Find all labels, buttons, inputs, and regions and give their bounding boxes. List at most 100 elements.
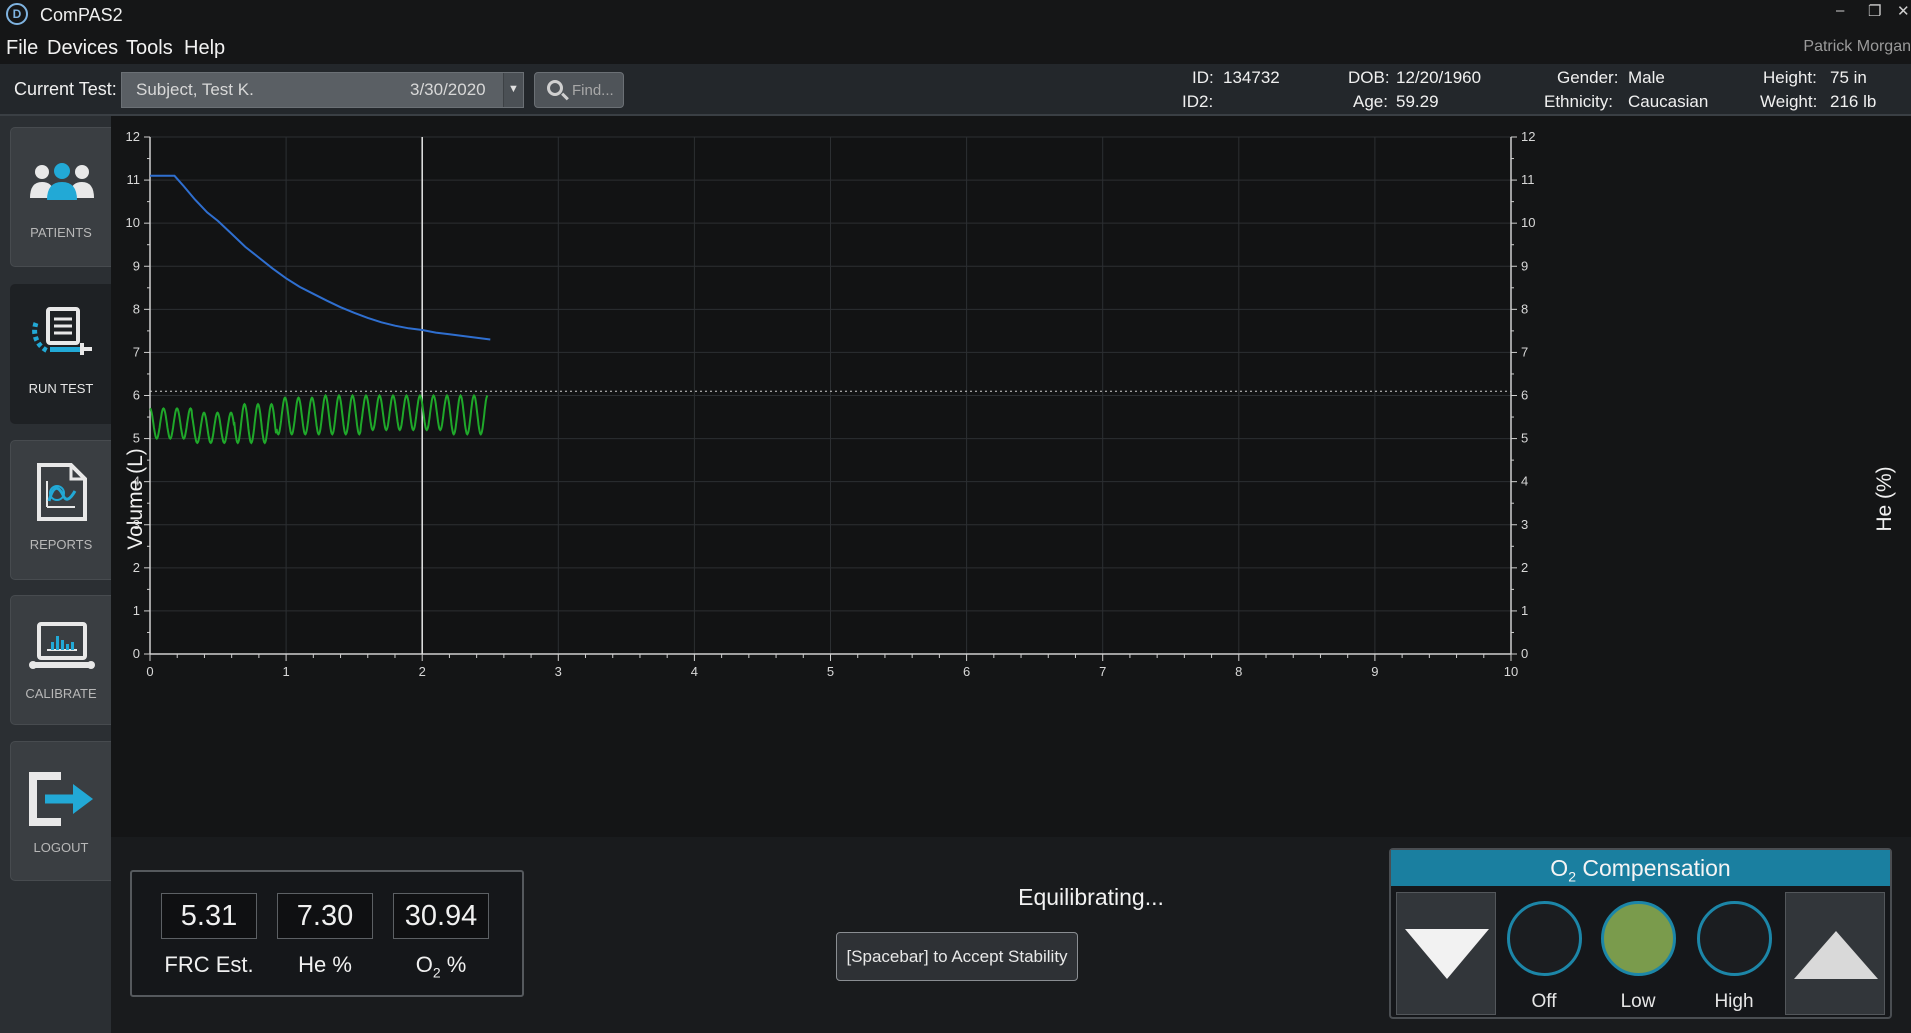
sidebar-item-patients[interactable]: PATIENTS	[10, 127, 111, 267]
y2-tick-label: 7	[1521, 344, 1528, 359]
y2-tick-label: 3	[1521, 517, 1528, 532]
o2-option-low[interactable]	[1601, 901, 1676, 976]
sidebar-item-label: RUN TEST	[28, 381, 94, 396]
decrease-o2-button[interactable]	[1396, 892, 1496, 1015]
o2-compensation-panel: O2 Compensation Off Low High	[1389, 848, 1892, 1019]
x-tick-label: 9	[1371, 664, 1378, 679]
x-tick-label: 4	[691, 664, 698, 679]
y-tick-label: 11	[127, 172, 141, 187]
o2-percent-label: O2 %	[415, 952, 467, 981]
y2-tick-label: 10	[1521, 215, 1535, 230]
y-tick-label: 12	[126, 129, 140, 144]
x-tick-label: 10	[1504, 664, 1518, 679]
volume-he-chart[interactable]: 0 1 2 3 4 5 6 7 8 9 100123456789101112012345678910…	[111, 116, 1911, 837]
y-tick-label: 7	[133, 344, 140, 359]
sidebar-item-reports[interactable]: REPORTS	[10, 440, 111, 580]
menu-file[interactable]: File	[6, 37, 38, 60]
sidebar-item-logout[interactable]: LOGOUT	[10, 741, 111, 881]
y-tick-label: 5	[133, 431, 140, 446]
x-tick-label: 3	[555, 664, 562, 679]
test-date: 3/30/2020	[410, 80, 486, 99]
maximize-button[interactable]: ❐	[1868, 2, 1881, 20]
dob-label: DOB:	[1348, 68, 1390, 87]
title-bar: D ComPAS2 – ❐ ✕	[0, 0, 1911, 30]
find-label: Find...	[572, 82, 614, 99]
current-test-select[interactable]: Subject, Test K. 3/30/2020 ▼	[121, 72, 524, 108]
sidebar-item-label: PATIENTS	[30, 225, 92, 240]
y-tick-label: 1	[133, 603, 140, 618]
y2-tick-label: 8	[1521, 301, 1528, 316]
logout-icon	[29, 772, 93, 826]
weight-label: Weight:	[1760, 92, 1818, 111]
x-tick-label: 6	[963, 664, 970, 679]
gender-label: Gender:	[1557, 68, 1619, 87]
age-label: Age:	[1353, 92, 1388, 111]
o2-option-high-label: High	[1714, 991, 1754, 1012]
y2-tick-label: 0	[1521, 646, 1528, 661]
o2-compensation-title: O2 Compensation	[1391, 850, 1890, 886]
id2-label: ID2:	[1182, 92, 1214, 111]
user-name[interactable]: Patrick Morgan	[1803, 38, 1911, 56]
calibrate-icon	[29, 622, 95, 669]
y2-tick-label: 12	[1521, 129, 1535, 144]
bottom-panel: 5.31 FRC Est. 7.30 He % 30.94 O2 % Equil…	[111, 837, 1911, 1033]
find-button[interactable]: Find...	[534, 72, 624, 108]
accept-stability-button[interactable]: [Spacebar] to Accept Stability	[836, 932, 1078, 981]
sidebar-item-label: CALIBRATE	[25, 686, 97, 701]
dob-value: 12/20/1960	[1396, 68, 1482, 87]
sidebar-item-calibrate[interactable]: CALIBRATE	[10, 595, 111, 725]
y-axis-label: Volume (L)	[124, 448, 147, 550]
y2-tick-label: 6	[1521, 388, 1528, 403]
app-logo-icon: D	[6, 3, 28, 25]
chevron-down-icon[interactable]: ▼	[503, 73, 523, 107]
triangle-up-icon	[1794, 931, 1878, 979]
menu-devices[interactable]: Devices	[47, 37, 118, 60]
o2-option-off-label: Off	[1531, 991, 1557, 1012]
menu-help[interactable]: Help	[184, 37, 225, 60]
test-subject: Subject, Test K.	[136, 80, 254, 99]
menu-tools[interactable]: Tools	[126, 37, 173, 60]
y2-axis-label: He (%)	[1873, 466, 1896, 531]
y-tick-label: 2	[133, 560, 140, 575]
sidebar-item-label: LOGOUT	[33, 840, 89, 855]
window-title: ComPAS2	[40, 5, 123, 25]
increase-o2-button[interactable]	[1785, 892, 1885, 1015]
id-value: 134732	[1223, 68, 1280, 87]
o2-option-low-label: Low	[1620, 991, 1656, 1012]
x-tick-label: 8	[1235, 664, 1242, 679]
y-tick-label: 10	[126, 215, 140, 230]
o2-option-high[interactable]	[1697, 901, 1772, 976]
he-percent-value: 7.30	[277, 893, 373, 939]
gender-value: Male	[1628, 68, 1665, 87]
id-label: ID:	[1192, 68, 1214, 87]
y-tick-label: 8	[133, 301, 140, 316]
y-tick-label: 9	[133, 258, 140, 273]
triangle-down-icon	[1405, 929, 1489, 979]
y2-tick-label: 11	[1521, 172, 1535, 187]
x-tick-label: 7	[1099, 664, 1106, 679]
sidebar-item-run-test[interactable]: RUN TEST	[10, 284, 111, 424]
weight-value: 216 lb	[1830, 92, 1877, 111]
reports-icon	[37, 463, 87, 521]
sidebar: PATIENTS RUN TEST REPORTS CALIBRATE LOGO…	[0, 116, 111, 1033]
x-tick-label: 5	[827, 664, 834, 679]
y-tick-label: 0	[133, 646, 140, 661]
test-chart-area: 0 1 2 3 4 5 6 7 8 9 10 0 1 2 3 4 5 6 7 8 9 10 11 12 0 1 2 3 4 5 6 7 8 9 10…	[111, 116, 1911, 837]
close-button[interactable]: ✕	[1897, 2, 1910, 20]
x-tick-label: 0	[146, 664, 153, 679]
current-test-label: Current Test:	[14, 79, 117, 99]
patient-header: Current Test: Subject, Test K. 3/30/2020…	[0, 64, 1911, 116]
run-test-icon	[32, 307, 92, 355]
o2-option-off[interactable]	[1507, 901, 1582, 976]
y2-tick-label: 9	[1521, 258, 1528, 273]
he-percent-label: He %	[298, 952, 352, 977]
y-tick-label: 6	[133, 388, 140, 403]
o2-percent-value: 30.94	[393, 893, 489, 939]
y2-tick-label: 5	[1521, 431, 1528, 446]
ethnicity-value: Caucasian	[1628, 92, 1709, 111]
menu-bar: File Devices Tools Help Patrick Morgan	[0, 30, 1911, 64]
height-value: 75 in	[1830, 68, 1867, 87]
minimize-button[interactable]: –	[1836, 2, 1844, 19]
y2-tick-label: 1	[1521, 603, 1528, 618]
x-tick-label: 1	[282, 664, 289, 679]
